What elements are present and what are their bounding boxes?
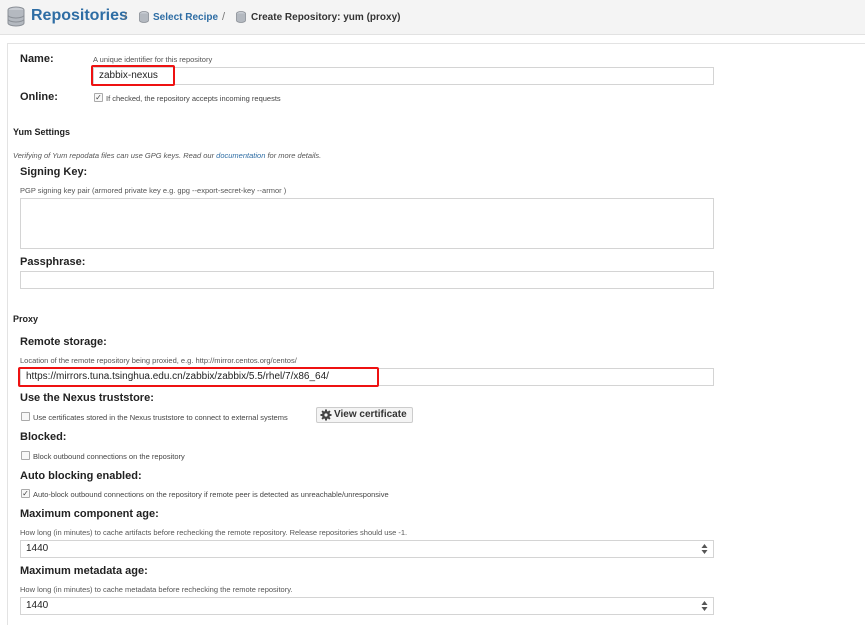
blocked-checkbox[interactable] <box>21 451 30 460</box>
spinner-arrows-icon[interactable] <box>701 600 708 612</box>
breadcrumb-current: Create Repository: yum (proxy) <box>251 12 401 23</box>
database-icon <box>7 6 25 27</box>
auto-blocking-label: Auto blocking enabled: <box>20 470 142 482</box>
signing-key-label: Signing Key: <box>20 166 88 178</box>
yum-settings-heading: Yum Settings <box>13 127 71 137</box>
name-input[interactable]: zabbix-nexus <box>93 67 714 85</box>
truststore-label: Use the Nexus truststore: <box>20 392 154 404</box>
online-label: Online: <box>20 91 58 103</box>
name-highlight-box <box>91 65 175 86</box>
yum-intro-text: Verifying of Yum repodata files can use … <box>13 151 217 160</box>
truststore-text: Use certificates stored in the Nexus tru… <box>33 413 288 422</box>
max-component-age-input[interactable]: 1440 <box>20 540 714 558</box>
passphrase-input[interactable] <box>20 271 714 289</box>
breadcrumb-repositories-link[interactable]: Repositories <box>31 7 128 25</box>
auto-blocking-text: Auto-block outbound connections on the r… <box>33 490 389 499</box>
blocked-label: Blocked: <box>20 431 67 443</box>
database-icon <box>236 11 246 23</box>
blocked-text: Block outbound connections on the reposi… <box>33 452 185 461</box>
spinner-arrows-icon[interactable] <box>701 543 708 555</box>
name-help: A unique identifier for this repository <box>93 55 213 64</box>
remote-storage-label: Remote storage: <box>20 336 107 348</box>
max-component-age-label: Maximum component age: <box>20 508 159 520</box>
max-metadata-age-label: Maximum metadata age: <box>20 565 148 577</box>
yum-intro-text-end: for more details. <box>265 151 322 160</box>
max-component-age-value: 1440 <box>26 543 49 554</box>
create-repository-form <box>7 43 865 625</box>
yum-intro: Verifying of Yum repodata files can use … <box>13 151 321 160</box>
online-text: If checked, the repository accepts incom… <box>106 94 281 103</box>
gear-icon <box>320 409 332 421</box>
view-certificate-button[interactable]: View certificate <box>316 407 413 423</box>
auto-blocking-checkbox[interactable]: ✓ <box>21 489 30 498</box>
remote-storage-highlight-box <box>18 367 379 387</box>
max-metadata-age-input[interactable]: 1440 <box>20 597 714 615</box>
breadcrumb-separator: / <box>222 11 226 23</box>
signing-key-textarea[interactable] <box>20 198 714 249</box>
max-component-age-help: How long (in minutes) to cache artifacts… <box>20 528 408 537</box>
breadcrumb-bar: Repositories / Select Recipe / Create Re… <box>0 0 865 35</box>
proxy-heading: Proxy <box>13 314 39 324</box>
documentation-link[interactable]: documentation <box>216 151 265 160</box>
passphrase-label: Passphrase: <box>20 256 86 268</box>
view-certificate-label: View certificate <box>334 409 407 420</box>
online-checkbox[interactable]: ✓ <box>94 93 103 102</box>
max-metadata-age-help: How long (in minutes) to cache metadata … <box>20 585 293 594</box>
truststore-checkbox[interactable] <box>21 412 30 421</box>
breadcrumb-select-recipe-link[interactable]: Select Recipe <box>153 12 218 23</box>
signing-key-help: PGP signing key pair (armored private ke… <box>20 186 287 195</box>
database-icon <box>139 11 149 23</box>
breadcrumb-separator: / <box>124 11 128 23</box>
remote-storage-help: Location of the remote repository being … <box>20 356 297 365</box>
max-metadata-age-value: 1440 <box>26 600 49 611</box>
name-label: Name: <box>20 53 54 65</box>
